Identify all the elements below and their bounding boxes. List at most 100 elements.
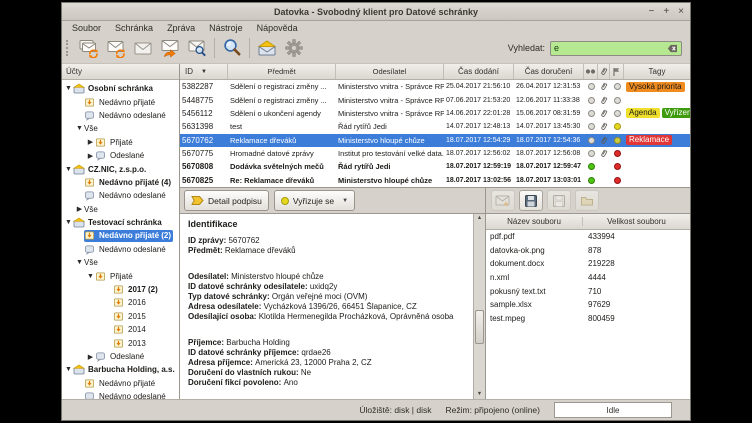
column-header-message-state[interactable] (610, 64, 624, 79)
sidebar-item[interactable]: ▶Odeslané (62, 149, 179, 162)
menu-item-zpráva[interactable]: Zpráva (160, 23, 202, 33)
message-row[interactable]: 5631398testŘád rytířů Jedi14.07.2017 12:… (180, 120, 690, 133)
scroll-up-icon[interactable]: ▲ (477, 214, 482, 223)
new-message-button[interactable] (130, 36, 156, 60)
sidebar-item[interactable]: 2016 (62, 296, 179, 309)
titlebar[interactable]: Datovka - Svobodný klient pro Datové sch… (62, 3, 690, 21)
column-header-sender[interactable]: Odesílatel (336, 64, 444, 79)
message-row[interactable]: 5456112Sdělení o ukončení agendyMinister… (180, 107, 690, 120)
clear-search-icon[interactable] (667, 44, 678, 53)
detail-field: Adresa příjemce: Americká 23, 12000 Prah… (188, 358, 469, 368)
message-status-dropdown[interactable]: Vyřizuje se ▼ (274, 190, 355, 211)
column-header-delivery-time[interactable]: Čas dodání (444, 64, 514, 79)
detail-field-label: Předmět: (188, 246, 225, 255)
message-sender: Řád rytířů Jedi (336, 162, 444, 171)
sidebar-item[interactable]: ▼Osobní schránka (62, 82, 179, 95)
menu-item-nápověda[interactable]: Nápověda (250, 23, 305, 33)
expand-icon[interactable]: ▶ (86, 152, 95, 160)
attachment-row[interactable]: test.mpeg800459 (486, 312, 690, 326)
attachment-row[interactable]: dokument.docx219228 (486, 257, 690, 271)
column-header-tags[interactable]: Tagy (624, 64, 690, 79)
open-folder-button[interactable] (575, 190, 599, 211)
open-account-button[interactable] (254, 36, 280, 60)
message-row[interactable]: 5670808Dodávka světelných mečůŘád rytířů… (180, 160, 690, 173)
message-row[interactable]: 5670775Hromadné datové zprávyInstitut pr… (180, 147, 690, 160)
collapse-icon[interactable]: ▼ (75, 125, 84, 132)
message-subject: Reklamace dřeváků (228, 136, 336, 145)
sidebar-item[interactable]: 2014 (62, 323, 179, 336)
sidebar-item[interactable]: ▼Vše (62, 122, 179, 135)
collapse-icon[interactable]: ▼ (64, 85, 73, 92)
collapse-icon[interactable]: ▼ (64, 219, 73, 226)
close-button[interactable]: × (678, 7, 684, 17)
sidebar-item[interactable]: Nedávno přijaté (62, 377, 179, 390)
reply-button[interactable] (157, 36, 183, 60)
message-row[interactable]: 5448775Sdělení o registraci změny ...Min… (180, 93, 690, 106)
column-header-acceptance-time[interactable]: Čas doručení (514, 64, 584, 79)
scrollbar-thumb[interactable] (475, 310, 484, 344)
collapse-icon[interactable]: ▼ (86, 273, 95, 280)
sidebar-item[interactable]: ▶Vše (62, 203, 179, 216)
toolbar-grip[interactable] (66, 40, 71, 56)
sidebar-item[interactable]: ▼Barbucha Holding, a.s. (62, 363, 179, 376)
sidebar-item[interactable]: Nedávno přijaté (4) (62, 176, 179, 189)
expand-icon[interactable]: ▶ (75, 205, 84, 213)
save-attachment-button[interactable] (519, 190, 543, 211)
message-row[interactable]: 5382287Sdělení o registraci změny ...Min… (180, 80, 690, 93)
message-detail-view[interactable]: Identifikace ID zprávy: 5670762Předmět: … (180, 213, 485, 399)
sidebar-item[interactable]: Nedávno odeslané (62, 390, 179, 399)
sidebar-item[interactable]: Nedávno přijaté (62, 95, 179, 108)
minimize-button[interactable]: − (648, 7, 654, 17)
sidebar-item[interactable]: 2015 (62, 310, 179, 323)
verify-message-button[interactable] (184, 36, 210, 60)
sidebar-item[interactable]: ▶Přijaté (62, 136, 179, 149)
column-header-subject[interactable]: Předmět (228, 64, 336, 79)
scroll-down-icon[interactable]: ▼ (477, 390, 482, 399)
sidebar-item[interactable]: 2013 (62, 336, 179, 349)
column-header-file-name[interactable]: Název souboru (486, 217, 583, 226)
attachment-row[interactable]: n.xml4444 (486, 271, 690, 285)
sidebar-item[interactable]: ▶Odeslané (62, 350, 179, 363)
sidebar-item[interactable]: ▼Vše (62, 256, 179, 269)
read-status-cell (584, 177, 598, 184)
attachment-row[interactable]: datovka-ok.png878 (486, 244, 690, 258)
collapse-icon[interactable]: ▼ (64, 366, 73, 373)
attachment-row[interactable]: sample.xlsx97629 (486, 298, 690, 312)
maximize-button[interactable]: + (663, 7, 669, 17)
sidebar-item[interactable]: Nedávno odeslané (62, 109, 179, 122)
sidebar-item[interactable]: ▼Testovací schránka (62, 216, 179, 229)
expand-icon[interactable]: ▶ (86, 138, 95, 146)
column-header-file-size[interactable]: Velikost souboru (583, 217, 690, 226)
message-state-cell (610, 97, 624, 104)
detail-scrollbar[interactable]: ▲ ▼ (473, 214, 485, 399)
settings-button[interactable] (281, 36, 307, 60)
column-header-id[interactable]: ID ▼ (180, 64, 228, 79)
save-all-attachments-button[interactable] (547, 190, 571, 211)
sidebar-item[interactable]: ▼Přijaté (62, 269, 179, 282)
open-attachment-button[interactable] (491, 190, 515, 211)
message-row[interactable]: 5670825Re: Reklamace dřevákůMinisterstvo… (180, 174, 690, 187)
sync-account-button[interactable] (103, 36, 129, 60)
signature-detail-button[interactable]: Detail podpisu (184, 190, 269, 211)
menu-item-nástroje[interactable]: Nástroje (202, 23, 250, 33)
column-header-attachment[interactable] (598, 64, 610, 79)
sidebar-item[interactable]: Nedávno odeslané (62, 189, 179, 202)
message-state-cell (610, 177, 624, 184)
sidebar-item[interactable]: ▼CZ.NIC, z.s.p.o. (62, 162, 179, 175)
attachment-row[interactable]: pokusný text.txt710 (486, 284, 690, 298)
sidebar-item[interactable]: 2017 (2) (62, 283, 179, 296)
menu-item-schránka[interactable]: Schránka (108, 23, 160, 33)
column-header-read-status[interactable] (584, 64, 598, 79)
search-input[interactable] (554, 43, 667, 53)
collapse-icon[interactable]: ▼ (64, 166, 73, 173)
expand-icon[interactable]: ▶ (86, 353, 95, 361)
message-row[interactable]: 5670762Reklamace dřevákůMinisterstvo hlo… (180, 134, 690, 147)
collapse-icon[interactable]: ▼ (75, 259, 84, 266)
flag-icon (612, 67, 621, 77)
find-databox-button[interactable] (219, 36, 245, 60)
download-all-messages-button[interactable] (76, 36, 102, 60)
sidebar-item[interactable]: Nedávno odeslané (62, 243, 179, 256)
sidebar-item[interactable]: Nedávno přijaté (2) (62, 229, 179, 242)
menu-item-soubor[interactable]: Soubor (65, 23, 108, 33)
attachment-row[interactable]: pdf.pdf433994 (486, 230, 690, 244)
